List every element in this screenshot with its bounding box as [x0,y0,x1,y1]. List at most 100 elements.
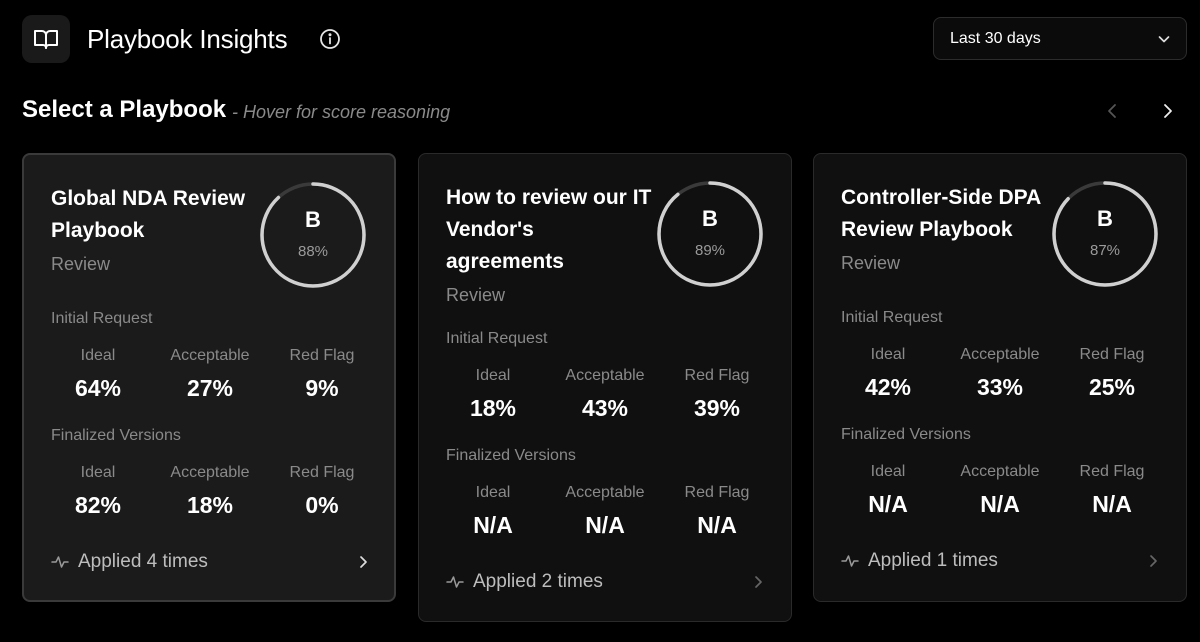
initial-request-label: Initial Request [446,330,548,347]
metric-acceptable: Acceptable 33% [944,346,1056,401]
metric-red-flag: Red Flag 0% [266,464,378,519]
metric-acceptable: Acceptable 43% [549,367,661,422]
score-ring-arc [657,181,763,287]
metric-ideal: Ideal N/A [437,484,549,539]
metric-red-flag: Red Flag 25% [1056,346,1168,401]
chevron-right-icon[interactable] [355,554,371,570]
metric-label: Ideal [80,464,116,481]
chevron-right-icon[interactable] [1145,553,1161,569]
metric-value: N/A [868,491,908,517]
metric-value: 42% [864,374,912,400]
initial-request-label: Initial Request [51,310,153,327]
final-metrics: Ideal 82% Acceptable 18% Red Flag 0% [42,464,378,524]
applied-row[interactable]: Applied 1 times [841,549,1161,573]
metric-red-flag: Red Flag N/A [1056,463,1168,518]
activity-pulse-icon [446,576,464,588]
playbook-section-header: Select a Playbook - Hover for score reas… [22,96,1187,128]
finalized-versions-label: Finalized Versions [446,447,576,464]
info-circle-icon[interactable] [319,28,341,50]
score-ring: B 89% [656,180,764,288]
score-grade: B [702,206,718,231]
card-title: Controller-Side DPA Review Playbook [841,186,1041,241]
date-range-value: Last 30 days [950,29,1041,47]
initial-request-label: Initial Request [841,309,943,326]
score-ring: B 87% [1051,180,1159,288]
playbook-card[interactable]: Global NDA Review Playbook Review B 88% … [22,153,396,602]
open-book-icon [34,30,58,49]
metric-label: Red Flag [1079,346,1145,363]
metric-value: N/A [473,512,513,538]
metric-acceptable: Acceptable N/A [944,463,1056,518]
metric-label: Ideal [475,484,511,501]
date-range-select[interactable]: Last 30 days [933,17,1187,60]
final-metrics: Ideal N/A Acceptable N/A Red Flag N/A [832,463,1168,523]
metric-label: Ideal [870,346,906,363]
metric-label: Red Flag [289,347,355,364]
playbook-card[interactable]: Controller-Side DPA Review Playbook Revi… [813,153,1187,602]
metric-label: Acceptable [565,367,645,384]
metric-ideal: Ideal 18% [437,367,549,422]
chevron-down-icon [1158,36,1170,43]
card-title: Global NDA Review Playbook [51,187,246,242]
metric-value: N/A [697,512,737,538]
playbook-card[interactable]: How to review our IT Vendor's agreements… [418,153,792,622]
metric-acceptable: Acceptable 27% [154,347,266,402]
metric-value: N/A [1092,491,1132,517]
chevron-right-icon[interactable] [750,574,766,590]
section-hint: - Hover for score reasoning [232,102,451,122]
activity-pulse-icon [51,556,69,568]
metric-value: 82% [74,492,122,518]
final-metrics: Ideal N/A Acceptable N/A Red Flag N/A [437,484,773,544]
metric-value: 64% [74,375,122,401]
metric-acceptable: Acceptable 18% [154,464,266,519]
metric-value: 9% [305,375,339,401]
card-subtitle: Review [446,285,506,305]
finalized-versions-label: Finalized Versions [841,426,971,443]
app-logo [22,15,70,63]
applied-row[interactable]: Applied 4 times [51,550,371,574]
initial-metrics: Ideal 18% Acceptable 43% Red Flag 39% [437,367,773,427]
metric-ideal: Ideal 82% [42,464,154,519]
metric-value: 25% [1088,374,1136,400]
score-ring: B 88% [259,181,367,289]
metric-ideal: Ideal 64% [42,347,154,402]
initial-metrics: Ideal 64% Acceptable 27% Red Flag 9% [42,347,378,407]
metric-value: N/A [980,491,1020,517]
finalized-versions-label: Finalized Versions [51,427,181,444]
score-percent: 88% [297,243,329,260]
applied-count: Applied 1 times [868,550,998,571]
metric-value: 18% [186,492,234,518]
metric-value: 18% [469,395,517,421]
applied-count: Applied 2 times [473,571,603,592]
chevron-left-icon[interactable] [1102,100,1124,122]
metric-acceptable: Acceptable N/A [549,484,661,539]
metric-value: 43% [581,395,629,421]
metric-label: Acceptable [960,463,1040,480]
metric-red-flag: Red Flag 9% [266,347,378,402]
applied-row[interactable]: Applied 2 times [446,570,766,594]
metric-label: Acceptable [170,347,250,364]
metric-label: Red Flag [1079,463,1145,480]
metric-label: Acceptable [565,484,645,501]
metric-label: Red Flag [684,367,750,384]
page-title: Playbook Insights [87,24,288,54]
score-grade: B [1097,206,1113,231]
metric-value: 0% [305,492,339,518]
metric-red-flag: Red Flag N/A [661,484,773,539]
metric-label: Ideal [475,367,511,384]
card-subtitle: Review [51,254,111,274]
score-grade: B [305,207,321,232]
metric-red-flag: Red Flag 39% [661,367,773,422]
metric-label: Acceptable [960,346,1040,363]
metric-label: Red Flag [289,464,355,481]
metric-value: 39% [693,395,741,421]
card-subtitle: Review [841,253,901,273]
metric-value: 27% [186,375,234,401]
metric-value: N/A [585,512,625,538]
metric-ideal: Ideal 42% [832,346,944,401]
applied-count: Applied 4 times [78,551,208,572]
metric-label: Red Flag [684,484,750,501]
chevron-right-icon[interactable] [1156,100,1178,122]
metric-value: 33% [976,374,1024,400]
score-percent: 87% [1089,242,1121,259]
